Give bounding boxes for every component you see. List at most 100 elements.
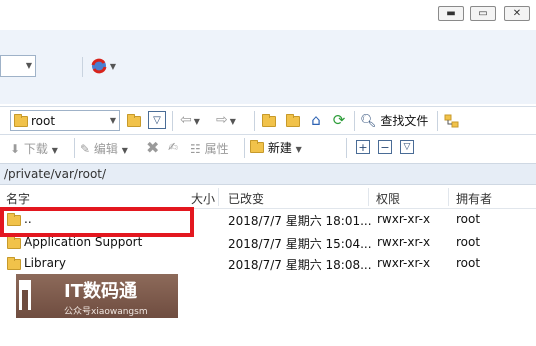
- file-owner: root: [456, 235, 481, 249]
- separator: [82, 57, 83, 77]
- separator: [74, 138, 75, 158]
- root-folder-icon: [286, 113, 300, 127]
- watermark-title: IT数码通: [64, 281, 137, 302]
- filter-button[interactable]: ▽: [148, 111, 166, 129]
- column-header-name[interactable]: 名字: [6, 190, 30, 207]
- session-combo[interactable]: ▼: [0, 55, 36, 77]
- home-button[interactable]: ⌂: [307, 111, 325, 129]
- file-permissions: rwxr-xr-x: [377, 235, 431, 249]
- file-modified: 2018/7/7 星期六 18:08...: [228, 258, 372, 272]
- properties-icon: ☷: [190, 142, 201, 156]
- watermark-subtitle: 公众号xiaowangsm: [64, 307, 148, 317]
- filter-files-button[interactable]: ▽: [400, 140, 414, 154]
- watermark: IT数码通 公众号xiaowangsm: [16, 274, 178, 318]
- directory-combo[interactable]: root ▼: [10, 110, 120, 131]
- path-bar[interactable]: /private/var/root/: [0, 163, 536, 185]
- column-header-size[interactable]: 大小: [191, 190, 215, 207]
- delete-button[interactable]: ✖: [146, 138, 159, 157]
- rename-button[interactable]: ✍: [168, 140, 178, 154]
- back-arrow-icon: ⇦: [180, 112, 192, 128]
- column-divider: [368, 188, 369, 206]
- minimize-icon: ▬: [446, 7, 456, 19]
- tree-view-icon: [444, 114, 459, 128]
- rename-icon: ✍: [168, 140, 179, 154]
- tree-view-button[interactable]: [443, 112, 461, 130]
- edit-icon: ✎: [80, 142, 91, 156]
- open-folder-icon: [127, 113, 141, 127]
- chevron-down-icon: ▼: [25, 61, 32, 70]
- chevron-down-icon: ▼: [295, 145, 302, 154]
- chevron-down-icon: ▼: [229, 117, 236, 126]
- table-row[interactable]: Library 2018/7/7 星期六 18:08... rwxr-xr-x …: [0, 253, 536, 274]
- new-button[interactable]: 新建 ▼: [250, 139, 302, 156]
- chevron-down-icon: ▼: [109, 61, 117, 71]
- file-name: Application Support: [24, 235, 143, 249]
- close-button[interactable]: ✕: [504, 6, 530, 21]
- forward-arrow-icon: ⇨: [216, 112, 228, 128]
- select-files-button[interactable]: +: [356, 140, 370, 154]
- toolbar-top: [0, 30, 536, 104]
- filter-icon: ▽: [403, 142, 411, 152]
- refresh-icon: ⟳: [332, 111, 346, 129]
- separator: [437, 111, 438, 131]
- chevron-down-icon: ▼: [193, 117, 200, 126]
- properties-button[interactable]: ☷ 属性: [190, 140, 229, 157]
- maximize-button[interactable]: ▭: [470, 6, 496, 21]
- separator: [346, 138, 347, 158]
- forward-button[interactable]: ⇨ ▼: [216, 112, 236, 128]
- separator: [172, 111, 173, 131]
- column-header-owner[interactable]: 拥有者: [456, 190, 492, 207]
- file-owner: root: [456, 256, 481, 270]
- highlight-box: [0, 207, 194, 237]
- maximize-icon: ▭: [478, 7, 488, 19]
- divider: [0, 106, 536, 107]
- plus-icon: +: [358, 140, 368, 154]
- chevron-down-icon: ▼: [109, 116, 116, 125]
- folder-icon: [7, 257, 21, 270]
- column-header-permissions[interactable]: 权限: [376, 190, 400, 207]
- edit-label: 编辑: [93, 142, 118, 156]
- new-folder-icon: [250, 140, 264, 153]
- home-icon: ⌂: [311, 111, 321, 129]
- folder-icon: [7, 236, 21, 249]
- file-modified: 2018/7/7 星期六 15:04...: [228, 237, 372, 251]
- current-path: /private/var/root/: [4, 167, 107, 181]
- column-divider: [218, 188, 219, 206]
- new-label: 新建: [267, 141, 292, 155]
- refresh-button[interactable]: ⟳: [330, 111, 348, 129]
- file-owner: root: [456, 212, 481, 226]
- folder-icon: [14, 114, 28, 127]
- minus-icon: −: [380, 140, 390, 154]
- properties-label: 属性: [204, 142, 229, 156]
- directory-combo-value: root: [31, 114, 56, 128]
- column-divider: [448, 188, 449, 206]
- minimize-button[interactable]: ▬: [438, 6, 464, 21]
- file-permissions: rwxr-xr-x: [377, 212, 431, 226]
- open-folder-button[interactable]: [124, 111, 144, 131]
- column-header-modified[interactable]: 已改变: [228, 190, 264, 207]
- root-directory-button[interactable]: [284, 112, 302, 130]
- separator: [354, 111, 355, 131]
- download-icon: ⬇: [10, 142, 21, 156]
- divider: [0, 134, 536, 135]
- parent-folder-icon: [262, 113, 276, 127]
- find-files-label: 查找文件: [380, 114, 429, 128]
- download-button[interactable]: ⬇ 下载 ▼: [10, 140, 58, 157]
- file-name: Library: [24, 256, 66, 270]
- chevron-down-icon: ▼: [51, 146, 58, 155]
- back-button[interactable]: ⇦ ▼: [180, 112, 200, 128]
- download-label: 下载: [23, 142, 48, 156]
- file-modified: 2018/7/7 星期六 18:01...: [228, 214, 372, 228]
- close-icon: ✕: [512, 7, 522, 19]
- unselect-files-button[interactable]: −: [378, 140, 392, 154]
- find-files-button[interactable]: 🔍︎ 查找文件: [360, 112, 428, 129]
- file-permissions: rwxr-xr-x: [377, 256, 431, 270]
- edit-button[interactable]: ✎ 编辑 ▼: [80, 140, 128, 157]
- search-icon: 🔍︎: [360, 114, 377, 129]
- parent-directory-button[interactable]: [260, 112, 278, 130]
- chevron-down-icon: ▼: [121, 146, 128, 155]
- sync-button[interactable]: ▼: [88, 56, 118, 76]
- delete-icon: ✖: [146, 138, 160, 157]
- sync-icon: [91, 58, 107, 74]
- separator: [254, 111, 255, 131]
